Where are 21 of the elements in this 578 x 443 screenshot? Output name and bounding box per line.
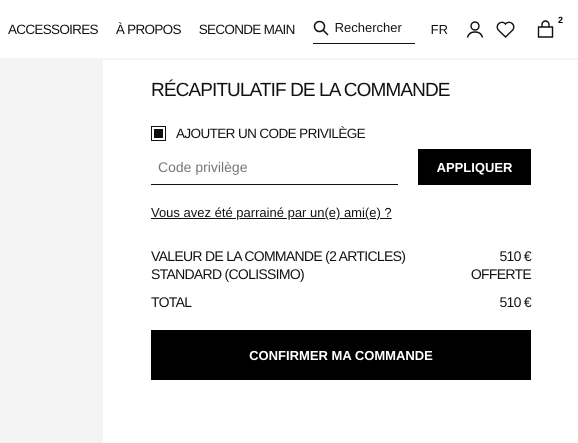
nav-link[interactable]: SECONDE MAIN	[198, 22, 295, 36]
summary-title: RÉCAPITULATIF DE LA COMMANDE	[151, 80, 450, 102]
language-link[interactable]: FR	[430, 22, 448, 36]
total-value: 510 €	[499, 294, 531, 310]
nav-link[interactable]: ACCESSOIRES	[8, 22, 98, 36]
checkbox-label: AJOUTER UN CODE PRIVILÈGE	[176, 126, 366, 141]
line-value: 510 €	[499, 248, 531, 264]
line-value: OFFERTE	[470, 266, 531, 282]
nav-link[interactable]: À PROPOS	[116, 22, 181, 36]
apply-button[interactable]: APPLIQUER	[418, 149, 531, 185]
line-label: VALEUR DE LA COMMANDE (2 ARTICLES)	[151, 248, 406, 264]
search-icon	[312, 20, 329, 36]
referral-link[interactable]: Vous avez été parrainé par un(e) ami(e) ?	[151, 205, 531, 220]
line-label: STANDARD (COLISSIMO)	[151, 266, 304, 282]
promo-checkbox[interactable]	[151, 126, 166, 141]
search-field[interactable]: Rechercher	[334, 20, 413, 35]
total-label: TOTAL	[151, 294, 192, 310]
heart-icon[interactable]	[496, 20, 515, 38]
confirm-order-button[interactable]: CONFIRMER MA COMMANDE	[151, 330, 531, 380]
cart-count: 2	[558, 15, 563, 25]
account-icon[interactable]	[466, 20, 484, 38]
